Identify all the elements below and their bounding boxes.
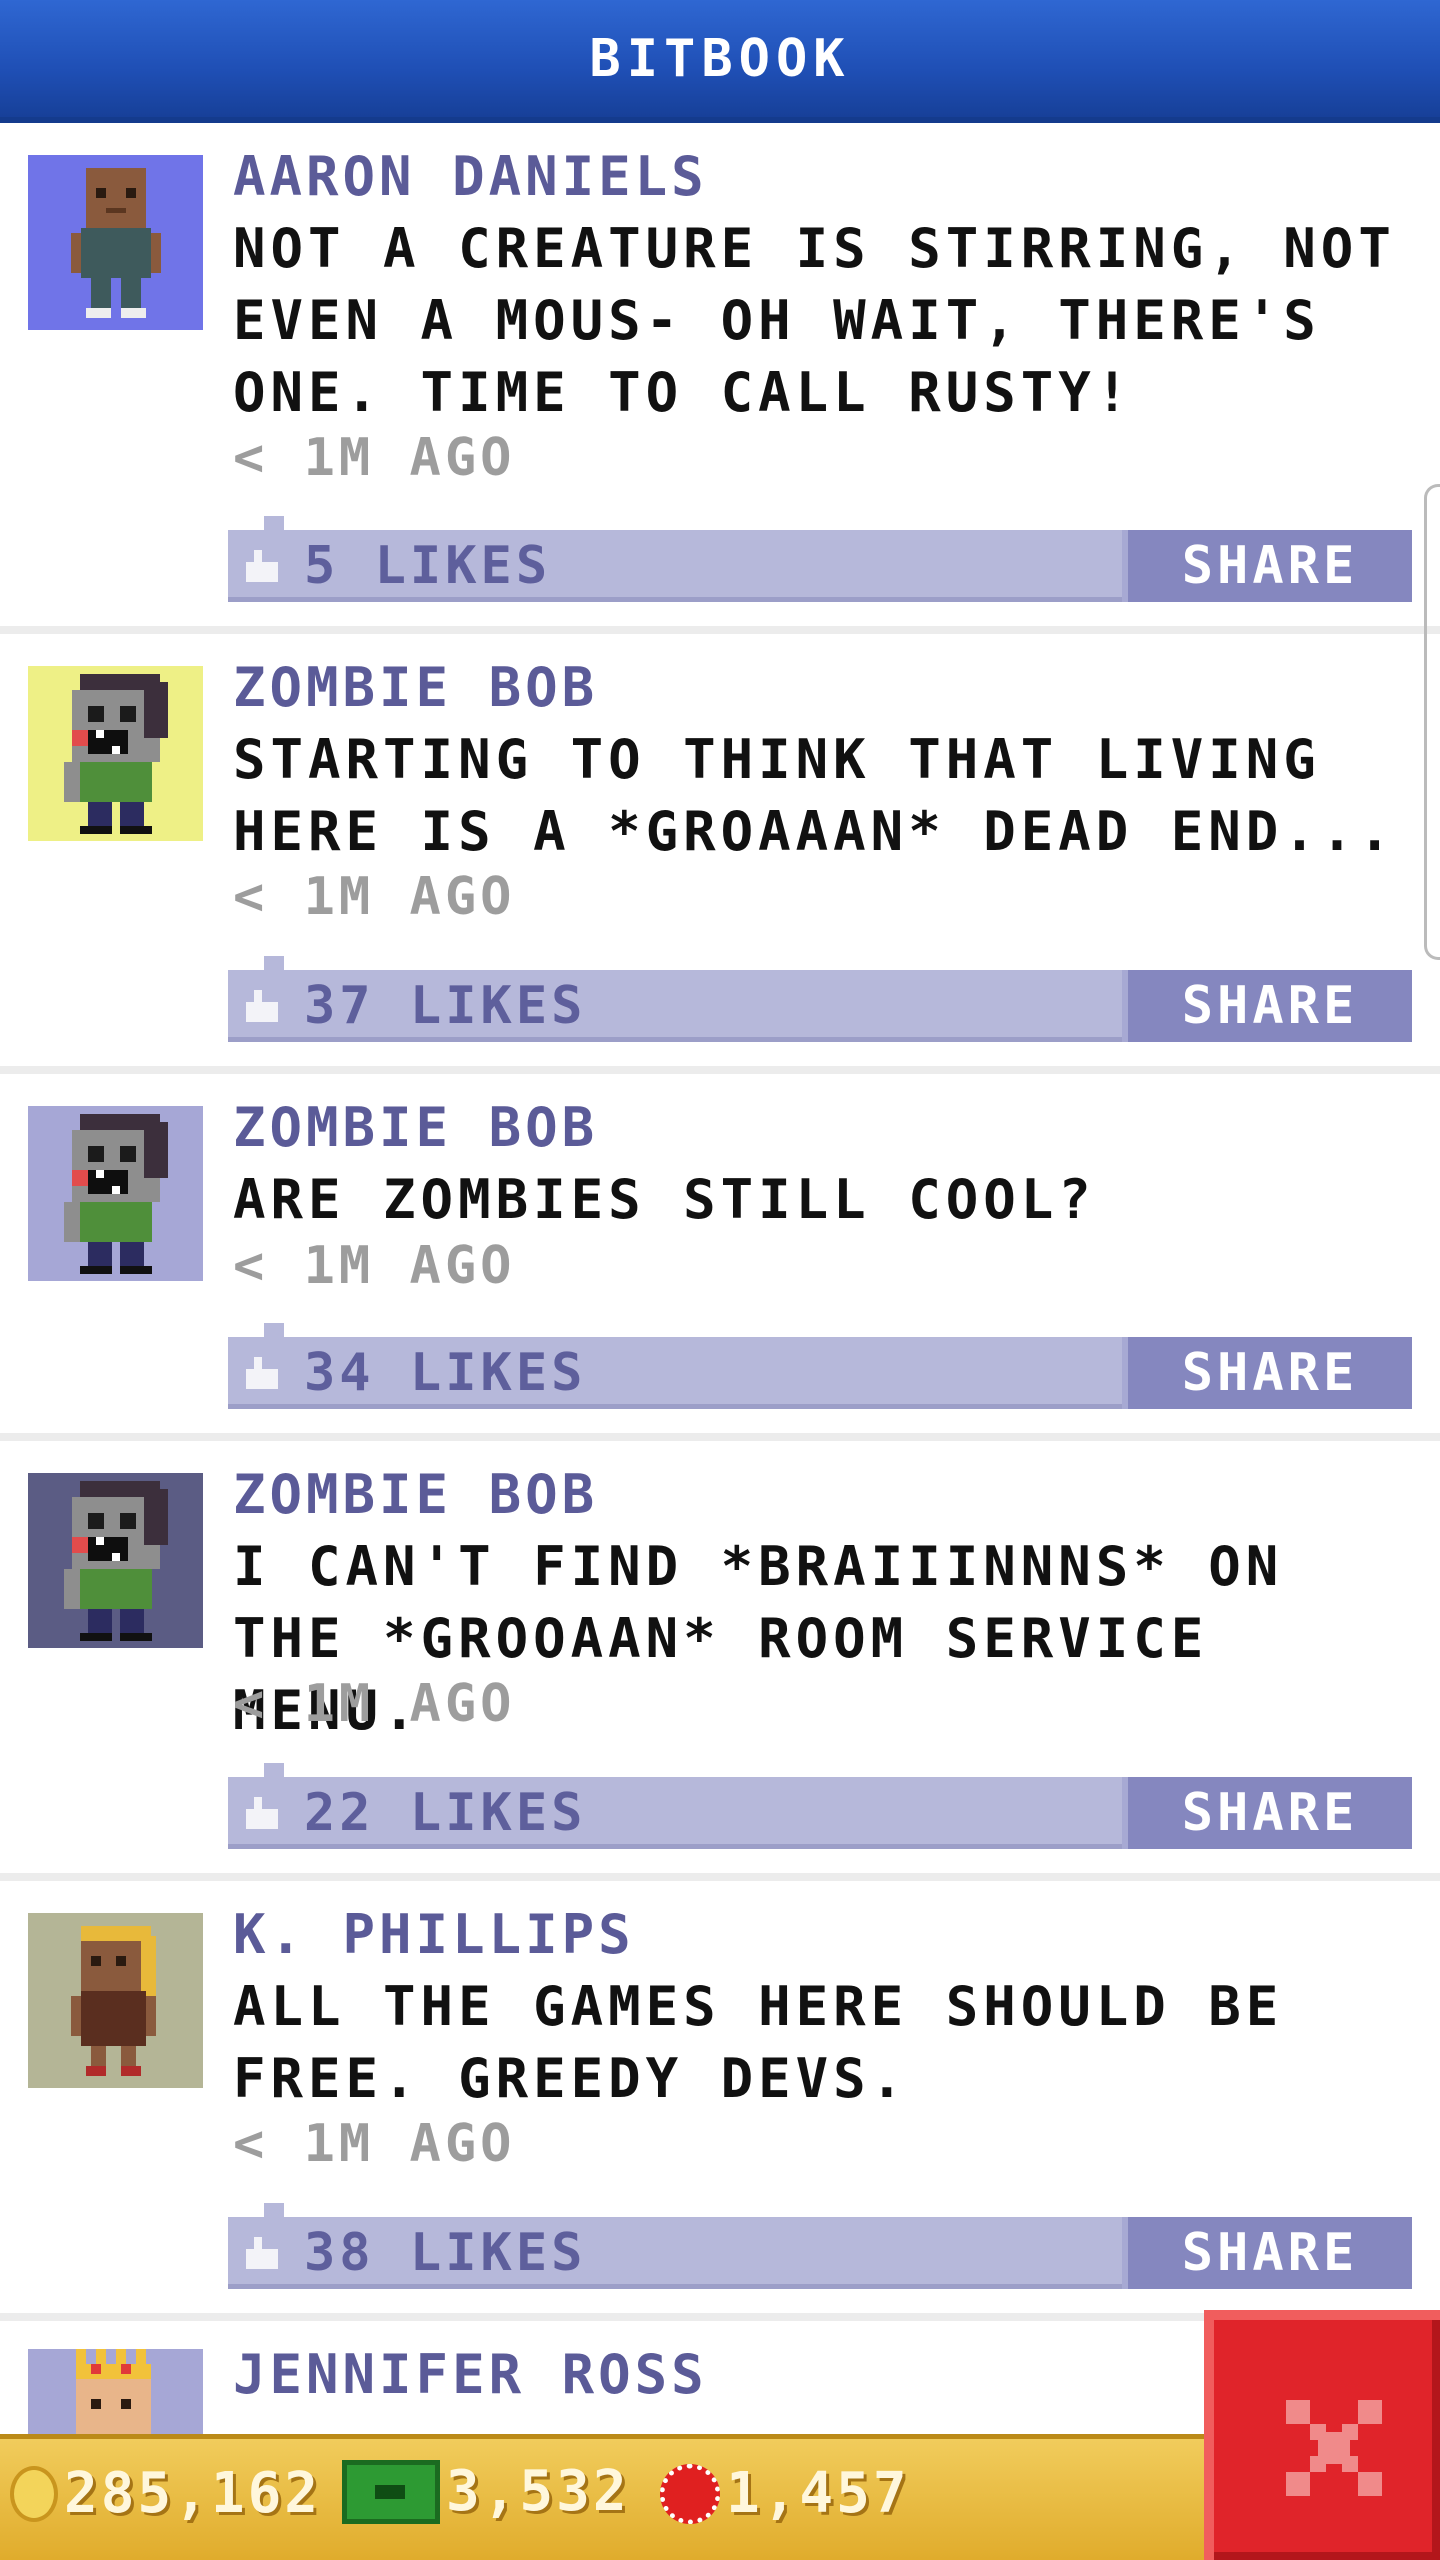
share-button[interactable]: SHARE: [1122, 2217, 1412, 2289]
thumbs-up-icon[interactable]: [242, 2237, 282, 2269]
like-bar: 5 LIKES SHARE: [228, 516, 1412, 602]
post-author[interactable]: JENNIFER ROSS: [233, 2343, 708, 2406]
like-bar: 34 LIKES SHARE: [228, 1323, 1412, 1409]
person-avatar-icon[interactable]: [28, 1913, 203, 2088]
likes-count: 22 LIKES: [304, 1783, 587, 1843]
scrollbar[interactable]: [1424, 484, 1440, 960]
like-bar: 22 LIKES SHARE: [228, 1763, 1412, 1849]
thumbs-up-icon[interactable]: [242, 550, 282, 582]
share-button[interactable]: SHARE: [1122, 970, 1412, 1042]
app-header: BITBOOK: [0, 0, 1440, 123]
close-icon: [1286, 2400, 1382, 2496]
feed-post: ZOMBIE BOB ARE ZOMBIES STILL COOL? < 1M …: [0, 1074, 1440, 1441]
post-author[interactable]: ZOMBIE BOB: [233, 1463, 598, 1526]
feed[interactable]: AARON DANIELS NOT A CREATURE IS STIRRING…: [0, 123, 1440, 2524]
like-bar-tab: [264, 1763, 284, 1777]
likes-count: 37 LIKES: [304, 976, 587, 1036]
post-message: STARTING TO THINK THAT LIVING HERE IS A …: [233, 728, 1396, 863]
feed-post: AARON DANIELS NOT A CREATURE IS STIRRING…: [0, 123, 1440, 634]
cherries-counter: 1,457: [660, 2461, 910, 2526]
post-message: ARE ZOMBIES STILL COOL?: [233, 1168, 1096, 1231]
post-author[interactable]: ZOMBIE BOB: [233, 1096, 598, 1159]
bux-value: 3,532: [446, 2459, 630, 2524]
person-avatar-icon[interactable]: [28, 155, 203, 330]
post-author[interactable]: ZOMBIE BOB: [233, 656, 598, 719]
page-title: BITBOOK: [589, 28, 851, 89]
post-time: < 1M AGO: [233, 428, 516, 488]
coins-value: 285,162: [64, 2461, 322, 2526]
thumbs-up-icon[interactable]: [242, 990, 282, 1022]
post-author[interactable]: AARON DANIELS: [233, 145, 708, 208]
cherry-icon: [660, 2463, 720, 2524]
like-bar-tab: [264, 2203, 284, 2217]
like-bar-tab: [264, 516, 284, 530]
feed-post: K. PHILLIPS ALL THE GAMES HERE SHOULD BE…: [0, 1881, 1440, 2321]
like-bar-tab: [264, 956, 284, 970]
post-time: < 1M AGO: [233, 1674, 516, 1734]
likes-count: 34 LIKES: [304, 1343, 587, 1403]
feed-post: ZOMBIE BOB STARTING TO THINK THAT LIVING…: [0, 634, 1440, 1074]
like-bar: 38 LIKES SHARE: [228, 2203, 1412, 2289]
bux-cash-icon: [342, 2459, 440, 2524]
feed-post: ZOMBIE BOB I CAN'T FIND *BRAIIINNNS* ON …: [0, 1441, 1440, 1881]
likes-count: 38 LIKES: [304, 2223, 587, 2283]
share-button[interactable]: SHARE: [1122, 530, 1412, 602]
share-button[interactable]: SHARE: [1122, 1777, 1412, 1849]
post-message: NOT A CREATURE IS STIRRING, NOT EVEN A M…: [233, 217, 1396, 424]
coins-counter: 285,162: [10, 2461, 321, 2526]
post-time: < 1M AGO: [233, 867, 516, 927]
thumbs-up-icon[interactable]: [242, 1357, 282, 1389]
post-author[interactable]: K. PHILLIPS: [233, 1903, 635, 1966]
thumbs-up-icon[interactable]: [242, 1797, 282, 1829]
coin-icon: [10, 2465, 58, 2522]
share-button[interactable]: SHARE: [1122, 1337, 1412, 1409]
post-message: ALL THE GAMES HERE SHOULD BE FREE. GREED…: [233, 1975, 1284, 2110]
like-bar-tab: [264, 1323, 284, 1337]
like-bar: 37 LIKES SHARE: [228, 956, 1412, 1042]
zombie-avatar-icon[interactable]: [28, 1473, 203, 1648]
likes-count: 5 LIKES: [304, 536, 552, 596]
cherries-value: 1,457: [726, 2461, 910, 2526]
post-time: < 1M AGO: [233, 2114, 516, 2174]
close-button[interactable]: [1204, 2310, 1440, 2560]
post-time: < 1M AGO: [233, 1236, 516, 1296]
zombie-avatar-icon[interactable]: [28, 1106, 203, 1281]
zombie-avatar-icon[interactable]: [28, 666, 203, 841]
bux-counter: 3,532: [342, 2459, 630, 2524]
